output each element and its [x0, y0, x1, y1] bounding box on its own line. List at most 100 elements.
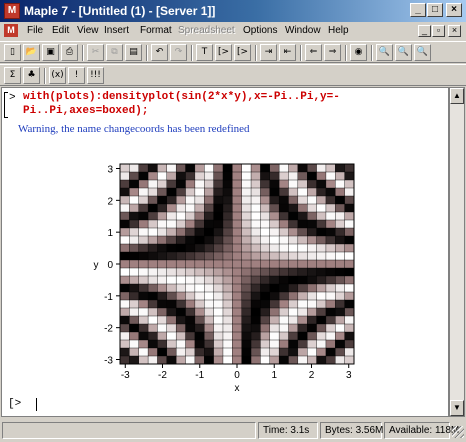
density-cell: [278, 219, 289, 229]
stop-icon[interactable]: ◉: [350, 44, 367, 61]
density-cell: [306, 291, 318, 301]
doc-restore-button[interactable]: ▫: [432, 25, 445, 37]
empty-prompt[interactable]: [>: [8, 398, 21, 410]
execute-icon[interactable]: !: [68, 67, 85, 84]
copy-icon[interactable]: ⧉: [106, 44, 123, 61]
density-cell: [260, 195, 271, 205]
execute-all-icon[interactable]: !!!: [87, 67, 104, 84]
cut-icon[interactable]: ✂: [87, 44, 104, 61]
density-cell: [288, 171, 299, 181]
minimize-button[interactable]: _: [410, 3, 426, 17]
density-cell: [157, 171, 168, 181]
density-cell: [194, 211, 205, 221]
density-cell: [297, 267, 308, 277]
execution-group-bracket: [4, 92, 8, 118]
zoom-150-icon[interactable]: 🔍: [395, 44, 412, 61]
paste-icon[interactable]: ▤: [125, 44, 142, 61]
density-cell: [269, 259, 280, 269]
maple-leaf-icon[interactable]: M: [4, 3, 20, 19]
menu-view[interactable]: View: [77, 25, 99, 36]
density-cell: [250, 355, 261, 365]
density-cell: [185, 187, 196, 197]
symbolic-icon[interactable]: (x): [49, 67, 66, 84]
density-plot[interactable]: -3 -3 -2 -2 -1 -1 0 0 1 1 2 2 3 3 x y: [92, 158, 364, 398]
command-line-2[interactable]: Pi..Pi,axes=boxed);: [23, 105, 148, 117]
back-arrow-icon[interactable]: ⇐: [305, 44, 322, 61]
redo-icon[interactable]: ↷: [170, 44, 187, 61]
maple-leaf-small-icon[interactable]: ♣: [23, 67, 40, 84]
density-cell: [175, 347, 187, 357]
open-folder-icon[interactable]: 📂: [23, 44, 40, 61]
menu-insert[interactable]: Insert: [104, 25, 129, 36]
density-cell: [185, 307, 196, 317]
math-mode-icon[interactable]: [>: [215, 44, 232, 61]
menu-help[interactable]: Help: [328, 25, 349, 36]
density-cell: [194, 323, 205, 333]
density-cell: [306, 347, 318, 357]
density-cell: [157, 203, 168, 213]
undo-icon[interactable]: ↶: [151, 44, 168, 61]
maximize-button[interactable]: □: [427, 3, 443, 17]
density-cell: [260, 307, 271, 317]
toolbar-separator: [44, 68, 46, 84]
density-cell: [222, 219, 233, 229]
density-cell: [306, 195, 318, 205]
density-cell: [297, 251, 308, 261]
indent-icon[interactable]: ⇥: [260, 44, 277, 61]
menu-options[interactable]: Options: [243, 25, 277, 36]
density-cell: [260, 235, 271, 245]
x-tick-label: 1: [271, 370, 277, 381]
zoom-200-icon[interactable]: 🔍: [414, 44, 431, 61]
command-line-1[interactable]: with(plots):densityplot(sin(2*x*y),x=-Pi…: [23, 91, 340, 103]
density-cell: [147, 187, 158, 197]
doc-minimize-button[interactable]: _: [418, 25, 431, 37]
density-cell: [241, 347, 252, 357]
resize-grip-icon[interactable]: [452, 426, 464, 438]
new-document-icon[interactable]: ▯: [4, 44, 21, 61]
print-icon[interactable]: ⎙: [61, 44, 78, 61]
close-button[interactable]: ×: [446, 3, 462, 17]
scroll-down-arrow-icon[interactable]: ▼: [450, 400, 464, 416]
density-cell: [147, 163, 158, 173]
density-cell: [166, 211, 177, 221]
math-display-icon[interactable]: Σ: [4, 67, 21, 84]
menu-spreadsheet[interactable]: Spreadsheet: [178, 25, 235, 36]
outdent-icon[interactable]: ⇤: [279, 44, 296, 61]
doc-close-button[interactable]: ×: [448, 25, 461, 37]
density-cell: [316, 283, 327, 293]
density-cell: [269, 179, 280, 189]
density-cell: [138, 315, 149, 325]
zoom-100-icon[interactable]: 🔍: [376, 44, 393, 61]
insert-prompt-icon[interactable]: [>: [234, 44, 251, 61]
worksheet[interactable]: > with(plots):densityplot(sin(2*x*y),x=-…: [1, 87, 449, 417]
density-cell: [306, 211, 318, 221]
menu-edit[interactable]: Edit: [52, 25, 69, 36]
density-cell: [213, 195, 224, 205]
menu-format[interactable]: Format: [140, 25, 172, 36]
density-cell: [157, 211, 168, 221]
density-cell: [185, 195, 196, 205]
density-cell: [204, 275, 215, 285]
density-cell: [297, 275, 308, 285]
menu-file[interactable]: File: [27, 25, 43, 36]
menu-window[interactable]: Window: [285, 25, 321, 36]
density-cell: [157, 315, 168, 325]
save-disk-icon[interactable]: ▣: [42, 44, 59, 61]
density-cell: [241, 315, 252, 325]
vertical-scrollbar[interactable]: ▲ ▼: [449, 87, 465, 417]
density-cell: [232, 275, 243, 285]
document-icon[interactable]: M: [4, 24, 18, 37]
text-mode-icon[interactable]: T: [196, 44, 213, 61]
density-cell: [306, 187, 318, 197]
density-cell: [222, 179, 233, 189]
density-cell: [288, 315, 299, 325]
forward-arrow-icon[interactable]: ⇒: [324, 44, 341, 61]
density-cell: [175, 187, 187, 197]
density-cell: [297, 323, 308, 333]
density-cell: [147, 171, 158, 181]
density-cell: [335, 163, 346, 173]
density-cell: [147, 203, 158, 213]
density-cell: [335, 211, 346, 221]
scroll-up-arrow-icon[interactable]: ▲: [450, 88, 464, 104]
density-cell: [335, 203, 346, 213]
